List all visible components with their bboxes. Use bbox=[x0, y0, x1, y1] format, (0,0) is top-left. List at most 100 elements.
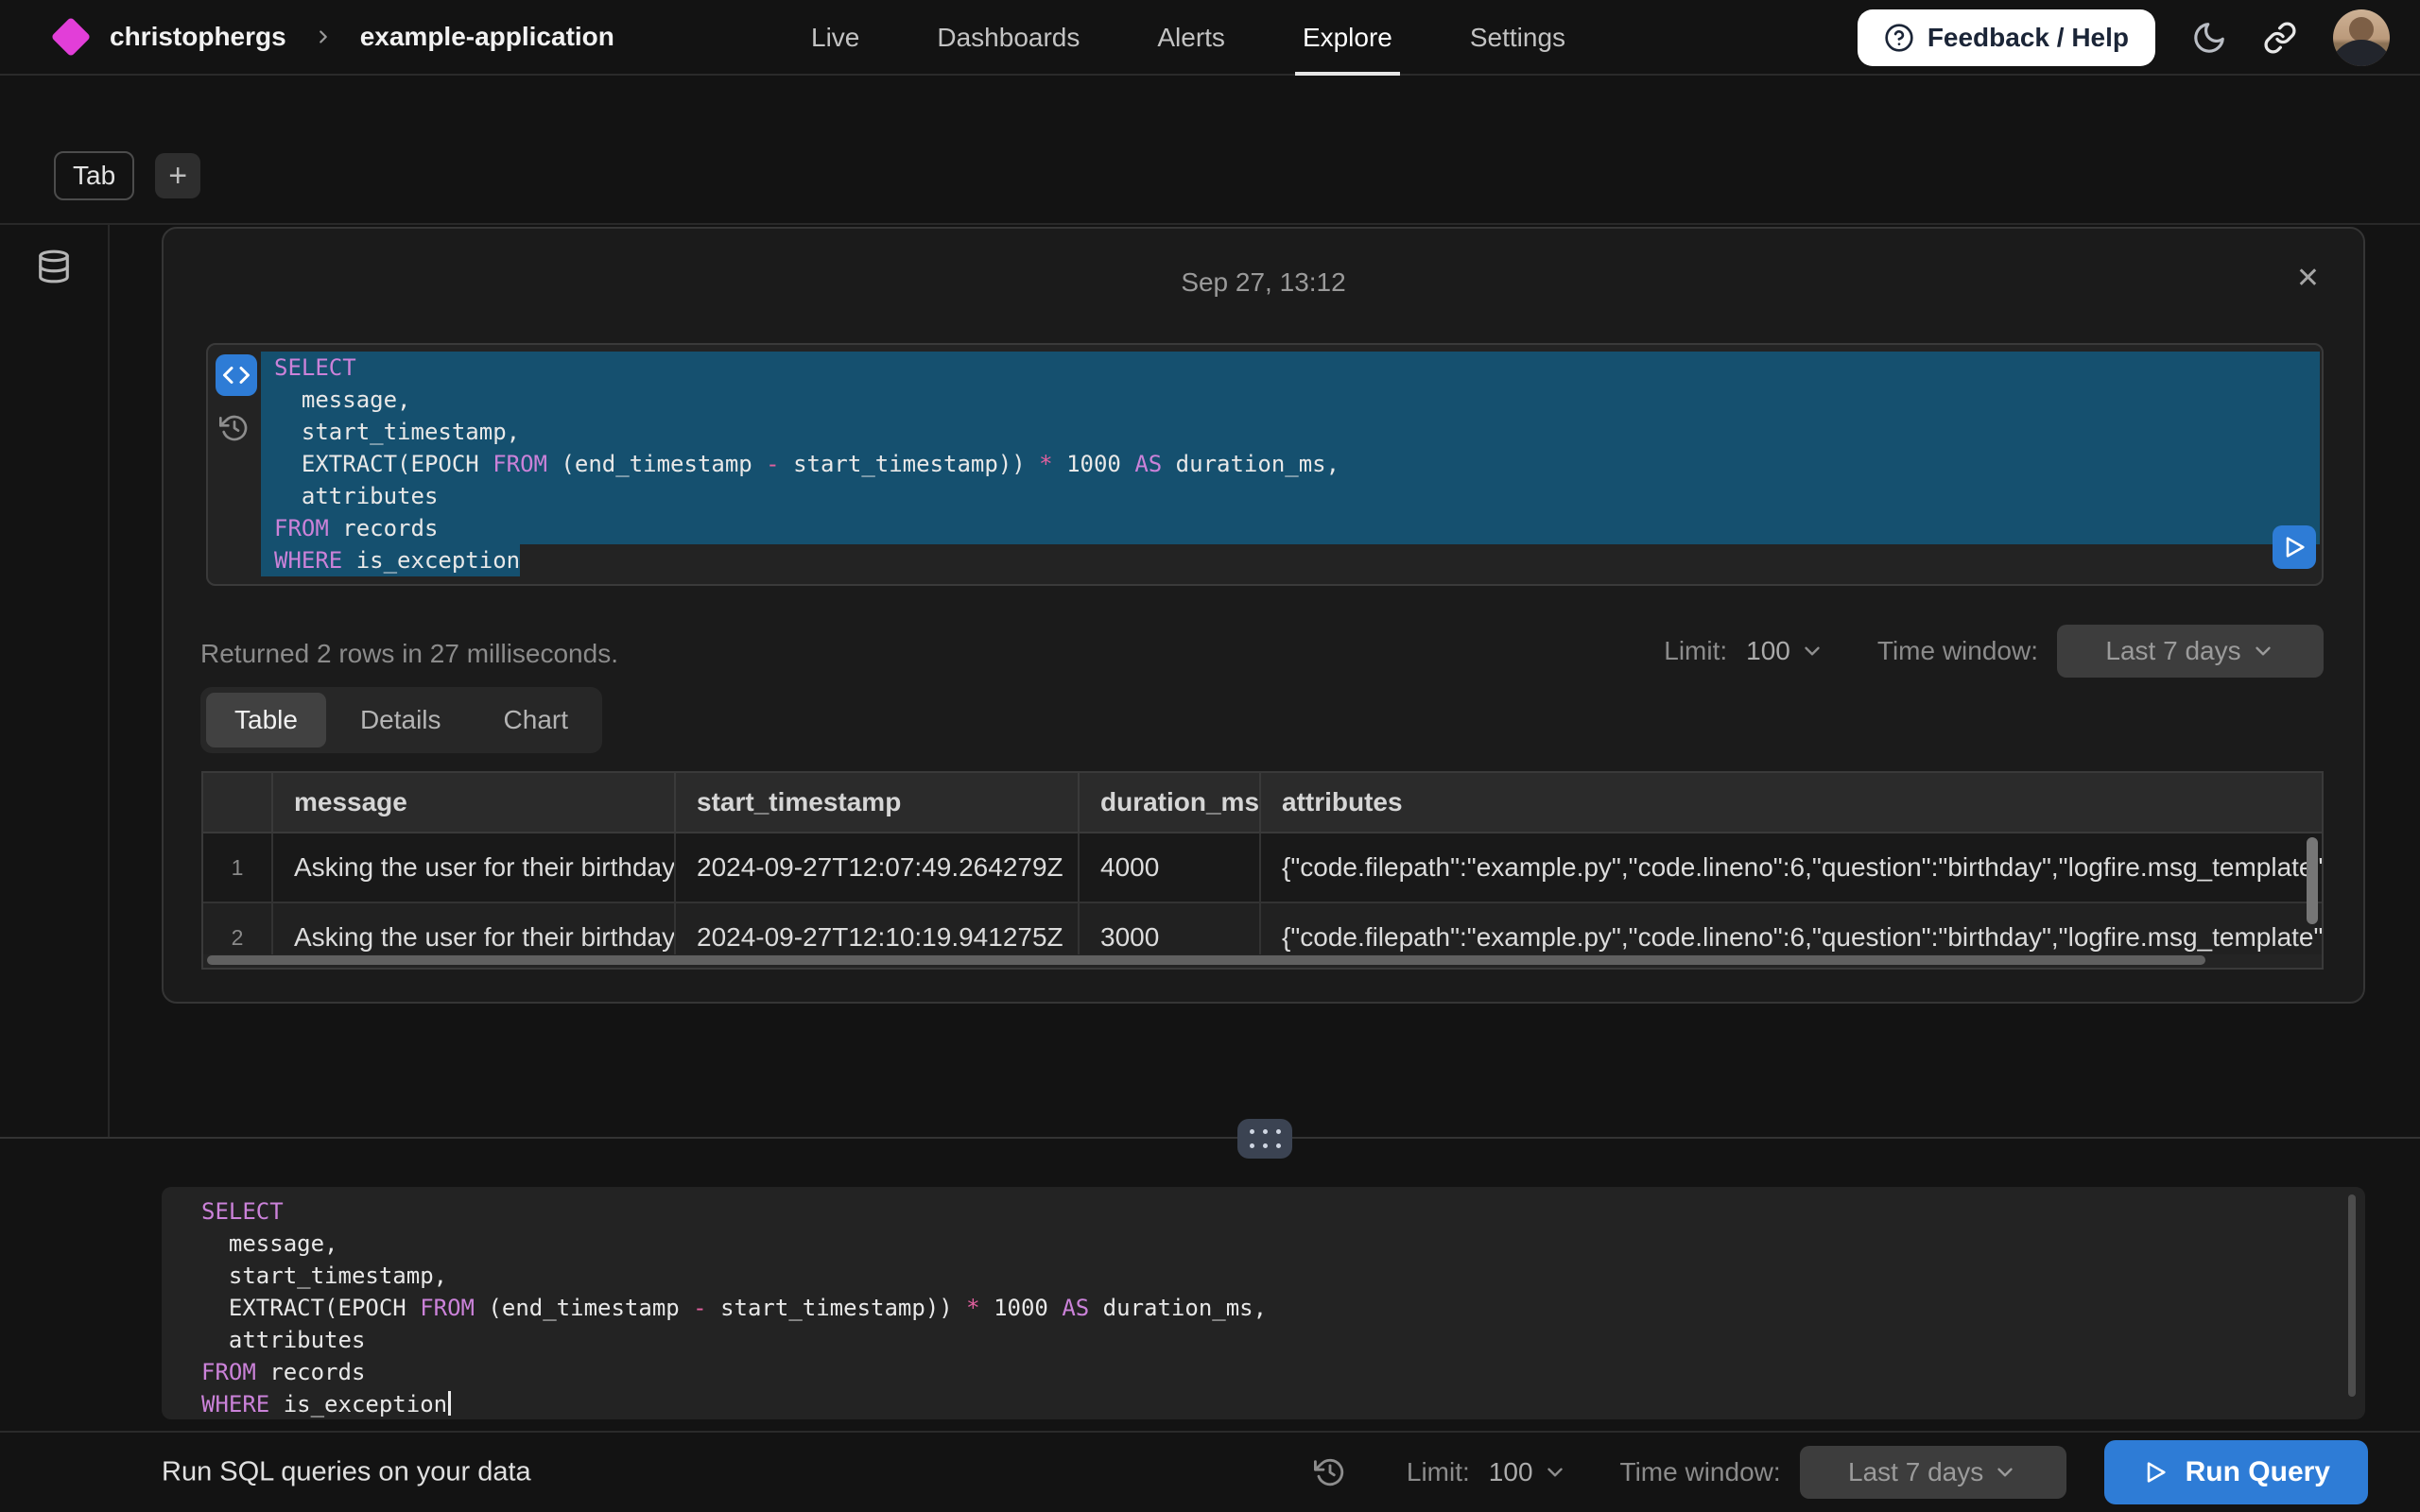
code-line: FROM records bbox=[188, 1357, 2337, 1389]
code-line: WHERE is_exception bbox=[188, 1389, 2337, 1421]
editor-sql-code[interactable]: SELECT message, start_timestamp, EXTRACT… bbox=[188, 1196, 2337, 1421]
table-cell: 3000 bbox=[1080, 903, 1261, 954]
vertical-scrollbar-thumb[interactable] bbox=[2307, 837, 2318, 924]
nav-item-explore[interactable]: Explore bbox=[1303, 0, 1392, 76]
result-meta-controls: Limit: 100 Time window: Last 7 days bbox=[1664, 625, 2324, 678]
feedback-help-button[interactable]: Feedback / Help bbox=[1858, 9, 2155, 66]
run-query-button[interactable]: Run Query bbox=[2104, 1440, 2368, 1504]
panel-top-divider bbox=[0, 223, 2420, 225]
breadcrumb: christophergs example-application bbox=[0, 22, 614, 52]
run-play-icon bbox=[2142, 1459, 2169, 1486]
code-line: EXTRACT(EPOCH FROM (end_timestamp - star… bbox=[188, 1293, 2337, 1325]
table-cell: {"code.filepath":"example.py","code.line… bbox=[1261, 903, 2322, 954]
table-cell: {"code.filepath":"example.py","code.line… bbox=[1261, 833, 2322, 902]
row-number: 2 bbox=[203, 903, 273, 954]
code-line: SELECT bbox=[188, 1196, 2337, 1228]
column-header: start_timestamp bbox=[676, 773, 1080, 832]
sidebar-divider bbox=[108, 225, 110, 1138]
chevron-down-icon[interactable] bbox=[1543, 1460, 1567, 1485]
column-header: message bbox=[273, 773, 676, 832]
time-window-select[interactable]: Last 7 days bbox=[2057, 625, 2324, 678]
nav-item-dashboards[interactable]: Dashboards bbox=[937, 0, 1080, 76]
history-sql-code: SELECT message, start_timestamp, EXTRACT… bbox=[261, 352, 2320, 577]
query-tab[interactable]: Tab bbox=[54, 151, 134, 200]
limit-value[interactable]: 100 bbox=[1489, 1457, 1533, 1487]
add-tab-button[interactable]: + bbox=[155, 153, 200, 198]
nav-item-live[interactable]: Live bbox=[811, 0, 859, 76]
code-line: FROM records bbox=[261, 512, 2320, 544]
nav-actions: Feedback / Help bbox=[1858, 0, 2390, 76]
breadcrumb-chevron-icon bbox=[313, 26, 334, 47]
code-line: message, bbox=[261, 384, 2320, 416]
limit-value[interactable]: 100 bbox=[1746, 636, 1790, 666]
code-line: attributes bbox=[261, 480, 2320, 512]
time-window-value: Last 7 days bbox=[1848, 1457, 1983, 1487]
table-row[interactable]: 1Asking the user for their birthday2024-… bbox=[203, 833, 2322, 903]
code-line: message, bbox=[188, 1228, 2337, 1261]
table-cell: 4000 bbox=[1080, 833, 1261, 902]
theme-moon-icon[interactable] bbox=[2191, 20, 2227, 56]
table-row[interactable]: 2Asking the user for their birthday2024-… bbox=[203, 903, 2322, 954]
history-sql-block[interactable]: SELECT message, start_timestamp, EXTRACT… bbox=[206, 343, 2324, 586]
run-query-label: Run Query bbox=[2186, 1456, 2330, 1488]
chevron-down-icon[interactable] bbox=[1800, 639, 1824, 663]
share-link-icon[interactable] bbox=[2263, 21, 2297, 55]
row-number: 1 bbox=[203, 833, 273, 902]
limit-label: Limit: bbox=[1407, 1457, 1470, 1487]
limit-label: Limit: bbox=[1664, 636, 1727, 666]
editor-scrollbar-thumb[interactable] bbox=[2348, 1194, 2356, 1397]
user-avatar[interactable] bbox=[2333, 9, 2390, 66]
tab-chart[interactable]: Chart bbox=[475, 693, 596, 747]
horizontal-scrollbar-thumb[interactable] bbox=[207, 955, 2205, 965]
grip-dots-icon[interactable] bbox=[1237, 1119, 1292, 1159]
bottom-bar-controls: Limit: 100 Time window: Last 7 days Run … bbox=[1314, 1433, 2368, 1512]
code-line: start_timestamp, bbox=[261, 416, 2320, 448]
code-line: start_timestamp, bbox=[188, 1261, 2337, 1293]
run-play-icon[interactable] bbox=[2273, 525, 2316, 569]
split-divider[interactable] bbox=[0, 1137, 2420, 1139]
editor-hint: Run SQL queries on your data bbox=[162, 1457, 531, 1488]
chevron-down-icon bbox=[2251, 639, 2275, 663]
horizontal-scrollbar[interactable] bbox=[201, 954, 2324, 970]
logfire-logo-icon[interactable] bbox=[51, 17, 91, 57]
column-header: duration_ms bbox=[1080, 773, 1261, 832]
breadcrumb-project[interactable]: example-application bbox=[360, 22, 614, 52]
time-window-label: Time window: bbox=[1620, 1457, 1781, 1487]
chevron-down-icon bbox=[1993, 1460, 2017, 1485]
code-line: SELECT bbox=[261, 352, 2320, 384]
database-schema-icon[interactable] bbox=[36, 249, 72, 284]
table-header-row: messagestart_timestampduration_msattribu… bbox=[201, 771, 2324, 833]
text-cursor bbox=[448, 1391, 451, 1416]
history-clock-icon[interactable] bbox=[219, 413, 250, 443]
table-cell: Asking the user for their birthday bbox=[273, 903, 676, 954]
primary-nav: Live Dashboards Alerts Explore Settings bbox=[811, 0, 1565, 76]
code-brackets-icon[interactable] bbox=[216, 354, 257, 396]
query-timestamp: Sep 27, 13:12 bbox=[164, 267, 2363, 298]
code-line: attributes bbox=[188, 1325, 2337, 1357]
result-summary: Returned 2 rows in 27 milliseconds. bbox=[200, 639, 618, 669]
bottom-bar: Run SQL queries on your data Limit: 100 … bbox=[0, 1431, 2420, 1512]
result-view-tabs: Table Details Chart bbox=[200, 687, 602, 753]
top-nav: christophergs example-application Live D… bbox=[0, 0, 2420, 76]
nav-item-settings[interactable]: Settings bbox=[1470, 0, 1565, 76]
close-icon[interactable]: ✕ bbox=[2296, 265, 2320, 293]
history-clock-icon[interactable] bbox=[1314, 1456, 1346, 1488]
code-line: WHERE is_exception bbox=[261, 544, 2320, 576]
sql-editor[interactable]: SELECT message, start_timestamp, EXTRACT… bbox=[162, 1187, 2365, 1419]
logfire-explore-page: christophergs example-application Live D… bbox=[0, 0, 2420, 1512]
feedback-help-label: Feedback / Help bbox=[1927, 23, 2129, 53]
table-body: 1Asking the user for their birthday2024-… bbox=[201, 833, 2324, 954]
help-circle-icon bbox=[1884, 23, 1914, 53]
breadcrumb-org[interactable]: christophergs bbox=[110, 22, 286, 52]
tab-table[interactable]: Table bbox=[206, 693, 326, 747]
column-header bbox=[203, 773, 273, 832]
code-line: EXTRACT(EPOCH FROM (end_timestamp - star… bbox=[261, 448, 2320, 480]
table-cell: 2024-09-27T12:10:19.941275Z bbox=[676, 903, 1080, 954]
tab-details[interactable]: Details bbox=[332, 693, 470, 747]
results-table: messagestart_timestampduration_msattribu… bbox=[201, 771, 2324, 970]
time-window-value: Last 7 days bbox=[2105, 636, 2240, 666]
column-header: attributes bbox=[1261, 773, 2322, 832]
nav-item-alerts[interactable]: Alerts bbox=[1157, 0, 1225, 76]
time-window-select[interactable]: Last 7 days bbox=[1800, 1446, 2066, 1499]
table-cell: Asking the user for their birthday bbox=[273, 833, 676, 902]
